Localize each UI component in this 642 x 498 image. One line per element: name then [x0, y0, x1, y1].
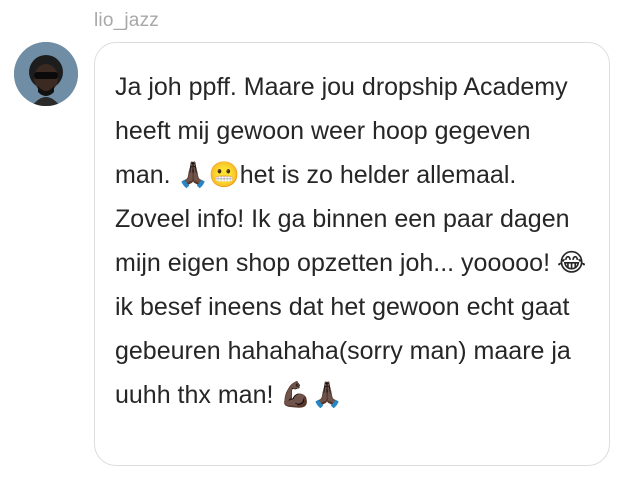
chat-message: lio_jazz Ja joh ppff. Maare jou dropship… — [0, 0, 642, 498]
user-avatar[interactable] — [14, 42, 78, 106]
message-text: Ja joh ppff. Maare jou dropship Academy … — [115, 73, 587, 409]
message-bubble[interactable]: Ja joh ppff. Maare jou dropship Academy … — [94, 42, 610, 466]
message-username[interactable]: lio_jazz — [94, 10, 159, 32]
user-avatar-icon — [14, 42, 78, 106]
